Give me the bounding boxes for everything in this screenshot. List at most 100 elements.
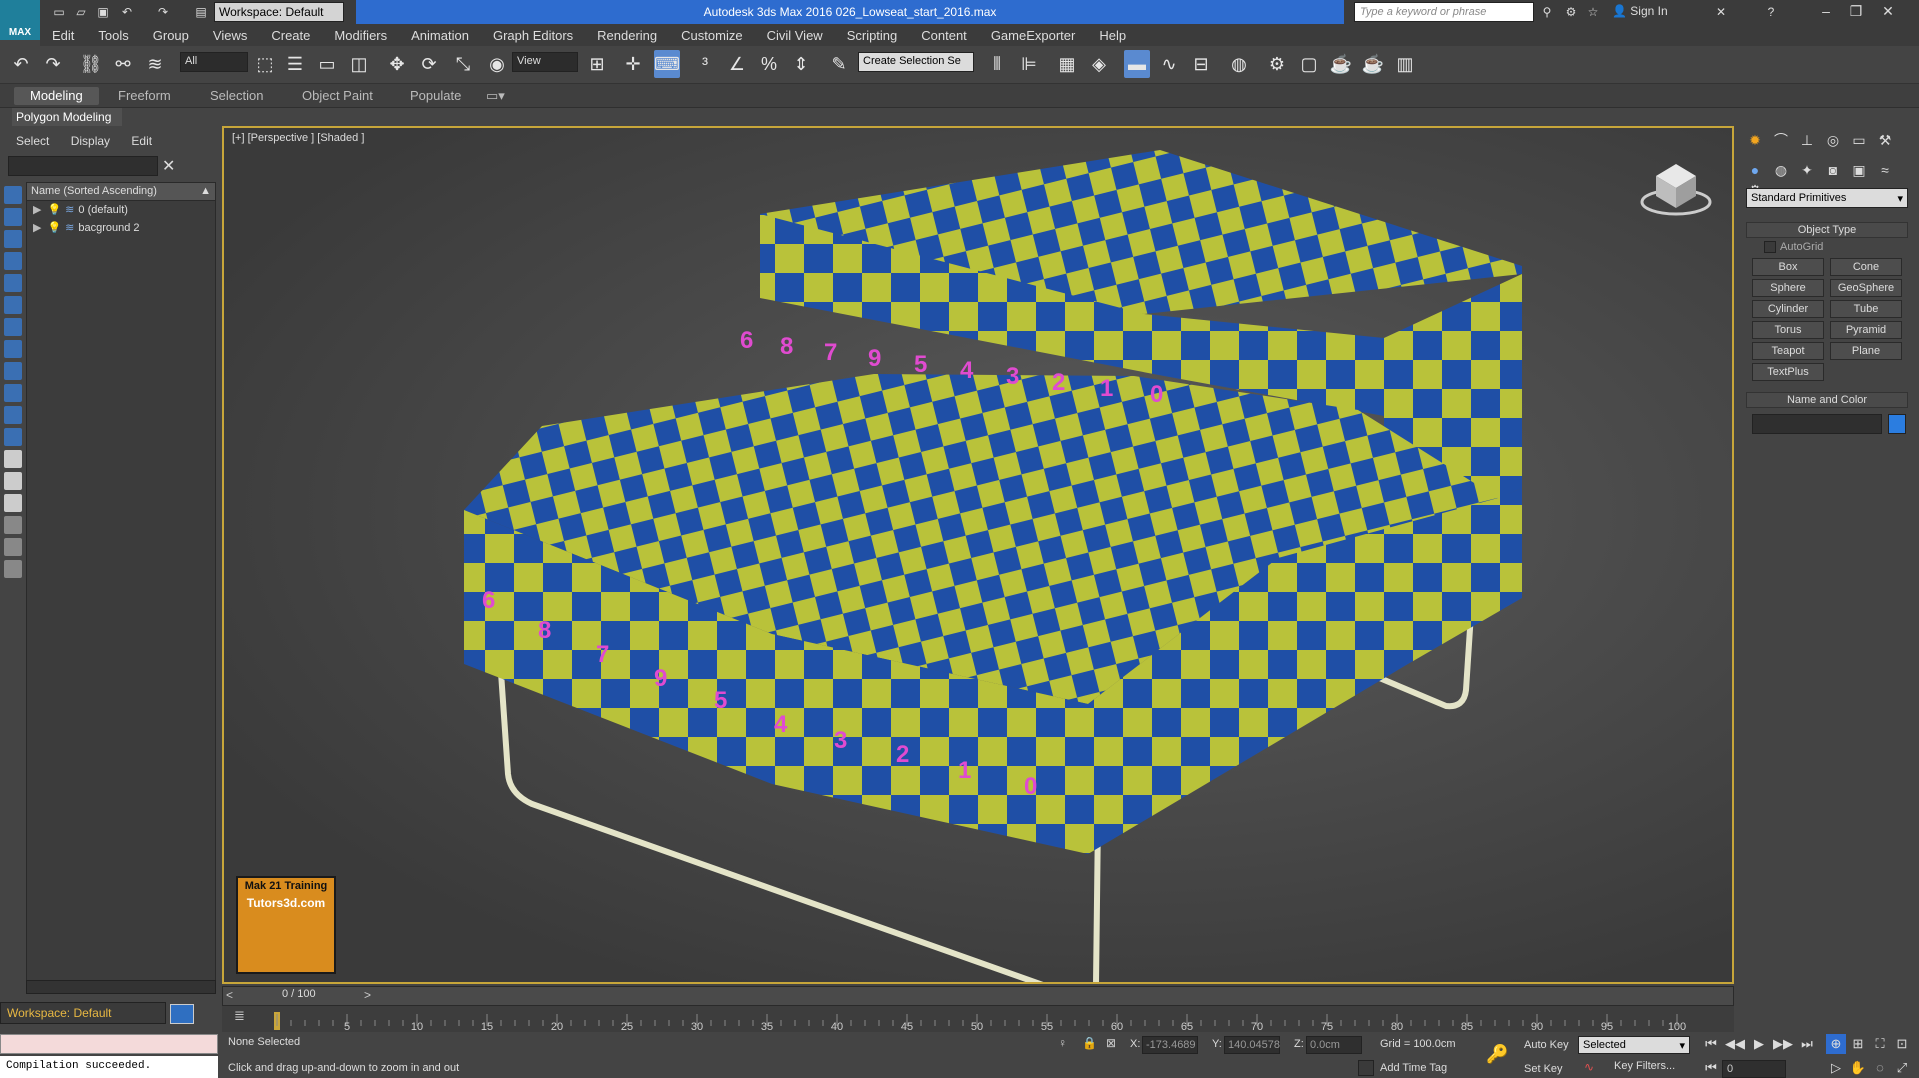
- light-bulb-icon[interactable]: 💡: [47, 222, 61, 234]
- keyboard-shortcut-override-icon[interactable]: ⌨: [654, 50, 680, 78]
- project-folder-icon[interactable]: ▤: [192, 3, 210, 21]
- helpers-icon[interactable]: ▣: [1848, 160, 1870, 180]
- exchange-icon[interactable]: ✕: [1712, 3, 1730, 21]
- menu-animation[interactable]: Animation: [399, 28, 481, 43]
- tab-freeform[interactable]: Freeform: [102, 87, 187, 105]
- tab-modeling[interactable]: Modeling: [14, 87, 99, 105]
- select-by-name-icon[interactable]: ☰: [282, 50, 308, 78]
- layer-row-default[interactable]: ▶ 💡 ≋ 0 (default): [27, 201, 215, 219]
- selection-lock-icon[interactable]: 🔒: [1082, 1036, 1097, 1050]
- layer-explorer-toggle-icon[interactable]: [170, 1004, 194, 1024]
- app-logo-button[interactable]: MAX: [0, 0, 40, 40]
- next-frame-icon[interactable]: ▶▶: [1772, 1034, 1794, 1054]
- box-button[interactable]: Box: [1752, 258, 1824, 276]
- y-coordinate-field[interactable]: 140.04578: [1224, 1036, 1280, 1054]
- current-frame-field[interactable]: 0: [1722, 1060, 1786, 1078]
- utilities-tab-icon[interactable]: ⚒: [1874, 130, 1896, 150]
- se-menu-edit[interactable]: Edit: [131, 134, 152, 148]
- undo-icon[interactable]: ↶: [118, 3, 136, 21]
- key-mode-dropdown[interactable]: Selected ▾: [1578, 1036, 1690, 1054]
- unlink-icon[interactable]: ⚯: [110, 50, 136, 78]
- render-setup-icon[interactable]: ⚙: [1264, 50, 1290, 78]
- display-spacewarps-icon[interactable]: [4, 296, 22, 314]
- layer-explorer-icon[interactable]: ◈: [1086, 50, 1112, 78]
- isolate-selection-icon[interactable]: ♀: [1058, 1036, 1067, 1050]
- select-object-icon[interactable]: ⬚: [252, 50, 278, 78]
- scene-explorer-scrollbar[interactable]: [26, 980, 216, 994]
- display-tab-icon[interactable]: ▭: [1848, 130, 1870, 150]
- tangent-icon[interactable]: ∿: [1584, 1060, 1594, 1074]
- cone-button[interactable]: Cone: [1830, 258, 1902, 276]
- expand-icon[interactable]: ▶: [33, 204, 41, 216]
- zoom-extents-icon[interactable]: ⛶: [1870, 1034, 1890, 1054]
- scale-icon[interactable]: ⤡: [450, 50, 476, 78]
- rendered-frame-window-icon[interactable]: ▢: [1296, 50, 1322, 78]
- selection-filter-dropdown[interactable]: All: [180, 52, 248, 72]
- shapes-icon[interactable]: ◍: [1770, 160, 1792, 180]
- se-menu-select[interactable]: Select: [16, 134, 49, 148]
- render-production-icon[interactable]: ☕: [1328, 50, 1354, 78]
- filter-icon[interactable]: [4, 516, 22, 534]
- primitive-type-dropdown[interactable]: Standard Primitives ▾: [1746, 188, 1908, 208]
- z-coordinate-field[interactable]: 0.0cm: [1306, 1036, 1362, 1054]
- redo-icon[interactable]: ↷: [154, 3, 172, 21]
- go-to-start-icon[interactable]: ⏮: [1700, 1034, 1722, 1054]
- save-file-icon[interactable]: ▣: [94, 3, 112, 21]
- cylinder-button[interactable]: Cylinder: [1752, 300, 1824, 318]
- spacewarps-icon[interactable]: ≈: [1874, 160, 1896, 180]
- layer-icon[interactable]: [4, 560, 22, 578]
- object-type-rollout[interactable]: Object Type: [1746, 222, 1908, 238]
- align-icon[interactable]: ⊫: [1016, 50, 1042, 78]
- field-of-view-icon[interactable]: ▷: [1826, 1058, 1846, 1078]
- pan-view-icon[interactable]: ✋: [1848, 1058, 1868, 1078]
- textplus-button[interactable]: TextPlus: [1752, 363, 1824, 381]
- link-icon[interactable]: ⛓: [78, 50, 104, 78]
- menu-rendering[interactable]: Rendering: [585, 28, 669, 43]
- expand-icon[interactable]: ▶: [33, 222, 41, 234]
- scene-explorer-icon[interactable]: ▦: [1054, 50, 1080, 78]
- key-filters-button[interactable]: Key Filters...: [1614, 1060, 1675, 1072]
- tab-populate[interactable]: Populate: [394, 87, 477, 105]
- teapot-button[interactable]: Teapot: [1752, 342, 1824, 360]
- render-online-icon[interactable]: ▥: [1392, 50, 1418, 78]
- rectangular-selection-icon[interactable]: ▭: [314, 50, 340, 78]
- display-none-icon[interactable]: [4, 472, 22, 490]
- menu-scripting[interactable]: Scripting: [835, 28, 910, 43]
- named-selection-dropdown[interactable]: Create Selection Se: [858, 52, 974, 72]
- maximize-button[interactable]: ❐: [1842, 0, 1870, 22]
- display-containers-icon[interactable]: [4, 384, 22, 402]
- menu-help[interactable]: Help: [1087, 28, 1138, 43]
- pyramid-button[interactable]: Pyramid: [1830, 321, 1902, 339]
- schematic-view-icon[interactable]: ⊟: [1188, 50, 1214, 78]
- display-groups-icon[interactable]: [4, 318, 22, 336]
- display-shapes-icon[interactable]: [4, 208, 22, 226]
- tab-object-paint[interactable]: Object Paint: [286, 87, 389, 105]
- open-file-icon[interactable]: ▱: [72, 3, 90, 21]
- display-frozen-icon[interactable]: [4, 406, 22, 424]
- display-xrefs-icon[interactable]: [4, 340, 22, 358]
- zoom-icon[interactable]: ⊕: [1826, 1034, 1846, 1054]
- edit-named-selection-icon[interactable]: ✎: [826, 50, 852, 78]
- orbit-icon[interactable]: ◌: [1870, 1058, 1890, 1078]
- menu-create[interactable]: Create: [259, 28, 322, 43]
- find-icon[interactable]: [4, 538, 22, 556]
- polygon-modeling-panel[interactable]: Polygon Modeling: [12, 108, 122, 126]
- sign-in-button[interactable]: 👤 Sign In: [1612, 4, 1668, 18]
- create-tab-icon[interactable]: ✹: [1744, 130, 1766, 150]
- menu-group[interactable]: Group: [141, 28, 201, 43]
- sphere-button[interactable]: Sphere: [1752, 279, 1824, 297]
- menu-tools[interactable]: Tools: [86, 28, 140, 43]
- geosphere-button[interactable]: GeoSphere: [1830, 279, 1902, 297]
- x-coordinate-field[interactable]: -173.4689: [1142, 1036, 1198, 1054]
- object-color-swatch[interactable]: [1888, 414, 1906, 434]
- plane-button[interactable]: Plane: [1830, 342, 1902, 360]
- light-bulb-icon[interactable]: 💡: [47, 204, 61, 216]
- menu-modifiers[interactable]: Modifiers: [322, 28, 399, 43]
- mirror-icon[interactable]: ⫴: [984, 50, 1010, 78]
- play-icon[interactable]: ▶: [1748, 1034, 1770, 1054]
- menu-views[interactable]: Views: [201, 28, 259, 43]
- set-key-button[interactable]: Set Key: [1524, 1060, 1574, 1078]
- lights-icon[interactable]: ✦: [1796, 160, 1818, 180]
- material-editor-icon[interactable]: ◍: [1226, 50, 1252, 78]
- cameras-icon[interactable]: ◙: [1822, 160, 1844, 180]
